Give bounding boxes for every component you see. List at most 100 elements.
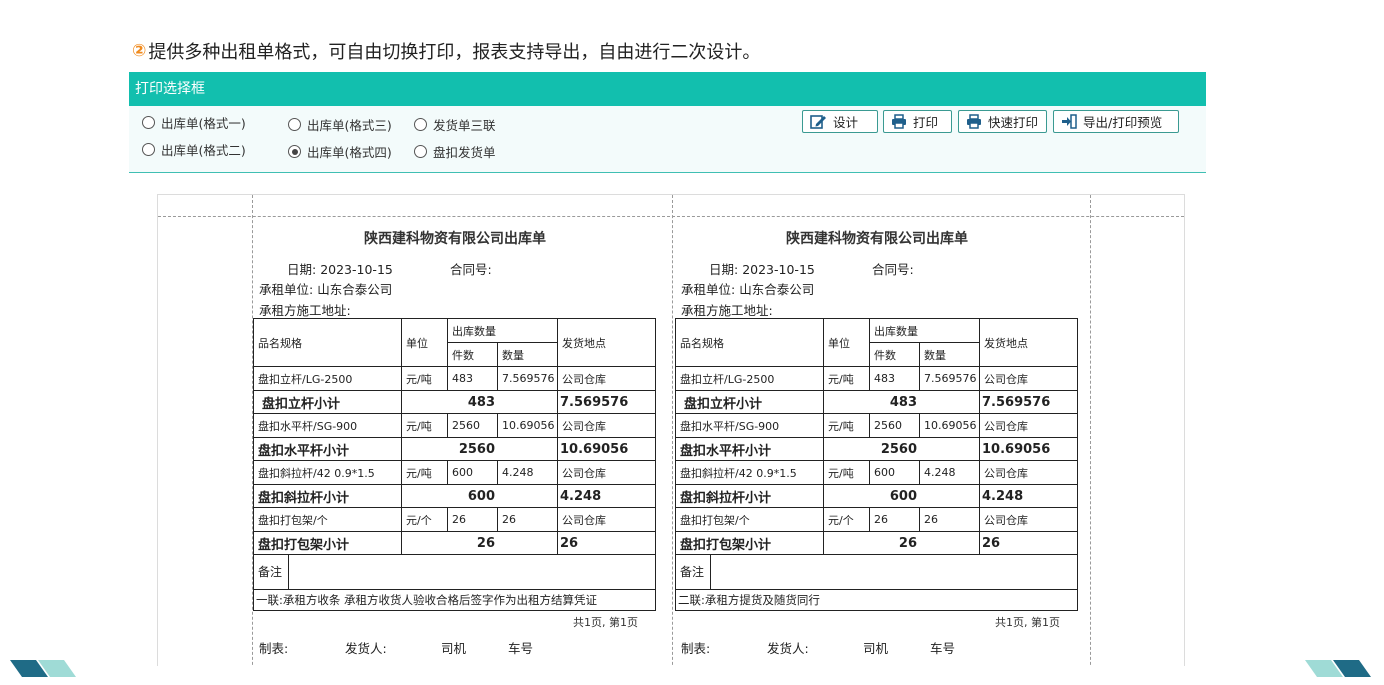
radio-label: 出库单(格式四): [307, 145, 392, 160]
radio-format-3[interactable]: 出库单(格式三): [288, 115, 392, 134]
radio-label: 出库单(格式一): [161, 116, 246, 131]
sign-plate: 车号: [930, 641, 956, 656]
radio-circle-icon: [288, 118, 301, 131]
table-row: 盘扣立杆/LG-2500 元/吨 483 7.569576 公司仓库: [675, 366, 1078, 391]
copy-note: 二联:承租方提货及随货同行: [675, 589, 1078, 611]
preview-paper: 陕西建科物资有限公司出库单 日期: 2023-10-15 合同号: 承租单位: …: [157, 194, 1185, 666]
page-split-guide: [672, 195, 673, 666]
heading-text: 提供多种出租单格式，可自由切换打印，报表支持导出，自由进行二次设计。: [148, 42, 761, 63]
subtotal-row: 盘扣斜拉杆小计 600 4.248: [253, 484, 656, 508]
copy-footer-row: 一联:承租方收条 承租方收货人验收合格后签字作为出租方结算凭证: [253, 589, 656, 611]
site-label: 承租方施工地址:: [259, 303, 351, 318]
header-quantity: 数量: [497, 342, 558, 367]
radio-checked-icon: [288, 145, 301, 158]
quick-print-button[interactable]: 快速打印: [958, 110, 1047, 133]
sign-driver: 司机: [863, 641, 889, 656]
header-name: 品名规格: [253, 318, 402, 367]
date-line: 日期: 2023-10-15: [709, 259, 815, 278]
radio-format-2[interactable]: 出库单(格式二): [142, 140, 246, 159]
table-row: 盘扣斜拉杆/42 0.9*1.5 元/吨 600 4.248 公司仓库: [675, 460, 1078, 485]
header-pieces: 件数: [447, 342, 498, 367]
slip-title: 陕西建科物资有限公司出库单: [364, 231, 546, 247]
quick-print-button-label: 快速打印: [988, 115, 1039, 130]
header-location: 发货地点: [557, 318, 656, 367]
table-row: 盘扣打包架/个 元/个 26 26 公司仓库: [253, 507, 656, 532]
table-row: 盘扣水平杆/SG-900 元/吨 2560 10.69056 公司仓库: [675, 413, 1078, 438]
sign-shipper: 发货人:: [767, 641, 809, 656]
margin-guide-right: [1090, 195, 1091, 666]
header-unit: 单位: [823, 318, 870, 367]
margin-guide-top: [158, 216, 1184, 217]
subtotal-row: 盘扣立杆小计 483 7.569576: [253, 390, 656, 414]
corner-stripe-right-decoration: [1305, 660, 1371, 677]
header-quantity: 数量: [919, 342, 980, 367]
radio-delivery-triplicate[interactable]: 发货单三联: [414, 115, 496, 134]
contract-label: 合同号:: [450, 262, 492, 277]
copy-footer-row: 二联:承租方提货及随货同行: [675, 589, 1078, 611]
date-value: 2023-10-15: [320, 262, 393, 277]
lessee-label: 承租单位:: [259, 282, 314, 297]
radio-label: 盘扣发货单: [433, 145, 496, 160]
copy-note: 一联:承租方收条 承租方收货人验收合格后签字作为出租方结算凭证: [253, 589, 656, 611]
slip-title: 陕西建科物资有限公司出库单: [786, 231, 968, 247]
subtotal-row: 盘扣打包架小计 26 26: [253, 531, 656, 555]
table-row: 盘扣水平杆/SG-900 元/吨 2560 10.69056 公司仓库: [253, 413, 656, 438]
header-pieces: 件数: [869, 342, 920, 367]
corner-stripe-left-decoration: [10, 660, 76, 677]
design-button[interactable]: 设计: [802, 110, 878, 133]
table-row: 盘扣立杆/LG-2500 元/吨 483 7.569576 公司仓库: [253, 366, 656, 391]
table-row: 盘扣打包架/个 元/个 26 26 公司仓库: [675, 507, 1078, 532]
header-unit: 单位: [401, 318, 448, 367]
lessee-line: 承租单位: 山东合泰公司: [259, 279, 392, 298]
print-select-dialog: 打印选择框 出库单(格式一) 出库单(格式二) 出库单(格式三) 出库单(格式四…: [129, 72, 1206, 173]
printer-icon: [892, 114, 906, 129]
print-button[interactable]: 打印: [883, 110, 952, 133]
subtotal-row: 盘扣斜拉杆小计 600 4.248: [675, 484, 1078, 508]
radio-panbuckle-delivery[interactable]: 盘扣发货单: [414, 142, 496, 161]
contract-label: 合同号:: [872, 262, 914, 277]
print-preview-area[interactable]: 陕西建科物资有限公司出库单 日期: 2023-10-15 合同号: 承租单位: …: [129, 180, 1206, 666]
radio-label: 发货单三联: [433, 118, 496, 133]
lessee-value: 山东合泰公司: [739, 282, 815, 297]
radio-label: 出库单(格式二): [161, 143, 246, 158]
export-preview-button[interactable]: 导出/打印预览: [1053, 110, 1179, 133]
date-label: 日期:: [287, 262, 317, 277]
export-arrow-icon: [1062, 114, 1077, 129]
dialog-title: 打印选择框: [129, 72, 1206, 106]
radio-circle-icon: [142, 143, 155, 156]
lessee-value: 山东合泰公司: [317, 282, 393, 297]
outbound-table: 品名规格 单位 出库数量 发货地点 件数 数量 盘扣立杆/LG-2500 元/吨 …: [253, 318, 656, 611]
date-line: 日期: 2023-10-15: [287, 259, 393, 278]
design-button-label: 设计: [833, 115, 859, 130]
note-label: 备注: [255, 555, 289, 589]
lessee-label: 承租单位:: [681, 282, 736, 297]
subtotal-row: 盘扣水平杆小计 2560 10.69056: [675, 437, 1078, 461]
radio-circle-icon: [414, 145, 427, 158]
note-row: 备注: [253, 554, 656, 590]
sign-maker: 制表:: [681, 641, 711, 656]
radio-format-1[interactable]: 出库单(格式一): [142, 113, 246, 132]
date-label: 日期:: [709, 262, 739, 277]
subtotal-row: 盘扣打包架小计 26 26: [675, 531, 1078, 555]
page-info: 共1页, 第1页: [995, 616, 1060, 629]
sign-shipper: 发货人:: [345, 641, 387, 656]
note-row: 备注: [675, 554, 1078, 590]
table-row: 盘扣斜拉杆/42 0.9*1.5 元/吨 600 4.248 公司仓库: [253, 460, 656, 485]
radio-circle-icon: [414, 118, 427, 131]
page-info: 共1页, 第1页: [573, 616, 638, 629]
radio-format-4[interactable]: 出库单(格式四): [288, 142, 392, 161]
sign-plate: 车号: [508, 641, 534, 656]
section-heading: ② 提供多种出租单格式，可自由切换打印，报表支持导出，自由进行二次设计。: [132, 38, 760, 64]
sign-maker: 制表:: [259, 641, 289, 656]
lessee-line: 承租单位: 山东合泰公司: [681, 279, 814, 298]
header-qty-group: 出库数量: [869, 318, 980, 343]
sign-driver: 司机: [441, 641, 467, 656]
note-label: 备注: [677, 555, 711, 589]
date-value: 2023-10-15: [742, 262, 815, 277]
radio-circle-icon: [142, 116, 155, 129]
printer-icon: [967, 114, 981, 129]
print-button-label: 打印: [913, 115, 939, 130]
header-name: 品名规格: [675, 318, 824, 367]
radio-label: 出库单(格式三): [307, 118, 392, 133]
header-qty-group: 出库数量: [447, 318, 558, 343]
